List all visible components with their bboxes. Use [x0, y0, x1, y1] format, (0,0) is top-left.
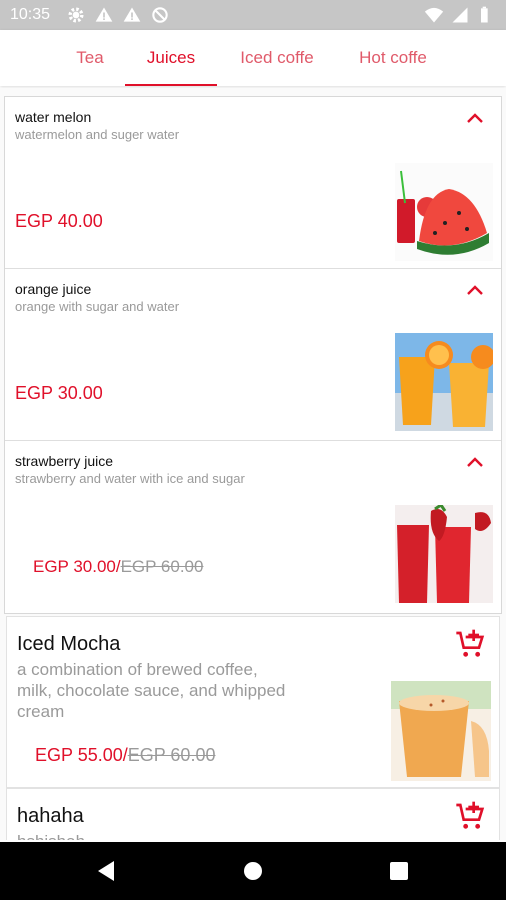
orange-juice-image: [395, 333, 493, 431]
tab-juices[interactable]: Juices: [125, 30, 217, 86]
product-name: Iced Mocha: [17, 633, 121, 655]
product-card[interactable]: Iced Mocha a combination of brewed coffe…: [6, 616, 500, 788]
current-price: EGP 55.00/: [35, 745, 128, 765]
juices-panel: water melon watermelon and suger water E…: [4, 96, 502, 614]
add-to-cart-icon[interactable]: [455, 629, 487, 661]
item-description: strawberry and water with ice and sugar: [15, 471, 245, 486]
status-bar: 10:35: [0, 0, 506, 30]
status-notification-icons: [66, 5, 170, 25]
product-description: hshishah: [17, 831, 287, 840]
iced-mocha-image: [391, 681, 491, 781]
status-system-icons: [424, 5, 496, 25]
warning-icon: [123, 7, 141, 22]
active-tab-indicator: [125, 84, 217, 86]
no-sync-icon: [152, 7, 168, 23]
item-price: EGP 30.00: [15, 383, 103, 403]
list-item[interactable]: water melon watermelon and suger water E…: [5, 97, 501, 269]
wifi-icon: [424, 7, 444, 23]
current-price: EGP 30.00/: [33, 557, 121, 576]
category-tab-bar: Tea Juices Iced coffe Hot coffe: [0, 30, 506, 86]
back-icon[interactable]: [92, 856, 122, 886]
item-description: watermelon and suger water: [15, 127, 180, 142]
tab-iced-coffe[interactable]: Iced coffe: [222, 30, 332, 86]
list-item[interactable]: orange juice orange with sugar and water…: [5, 269, 501, 441]
product-list[interactable]: water melon watermelon and suger water E…: [0, 88, 506, 840]
product-price: EGP 55.00/EGP 60.00: [35, 745, 215, 766]
tab-tea[interactable]: Tea: [44, 30, 136, 86]
chevron-up-icon[interactable]: [465, 111, 485, 125]
item-description: orange with sugar and water: [15, 299, 180, 314]
battery-icon: [481, 6, 488, 23]
old-price: EGP 60.00: [127, 745, 216, 765]
signal-icon: [452, 7, 468, 23]
product-name: hahaha: [17, 805, 84, 827]
chevron-up-icon[interactable]: [465, 283, 485, 297]
item-name: orange juice: [15, 281, 92, 297]
warning-icon: [95, 7, 113, 22]
chevron-up-icon[interactable]: [465, 455, 485, 469]
item-price: EGP 40.00: [15, 211, 103, 231]
navigation-bar: [0, 842, 506, 900]
recents-icon[interactable]: [384, 856, 414, 886]
watermelon-juice-image: [395, 163, 493, 261]
status-time: 10:35: [10, 6, 51, 23]
item-name: water melon: [15, 109, 92, 125]
add-to-cart-icon[interactable]: [455, 801, 487, 833]
strawberry-juice-image: [395, 505, 493, 603]
product-description: a combination of brewed coffee, milk, ch…: [17, 660, 286, 721]
tab-hot-coffe[interactable]: Hot coffe: [342, 30, 444, 86]
item-name: strawberry juice: [15, 453, 114, 469]
product-card[interactable]: hahaha hshishah: [6, 788, 500, 840]
item-price: EGP 30.00/EGP 60.00: [33, 557, 203, 577]
home-icon[interactable]: [238, 856, 268, 886]
list-item[interactable]: strawberry juice strawberry and water wi…: [5, 441, 501, 613]
gear-icon: [68, 7, 84, 23]
old-price: EGP 60.00: [120, 557, 204, 576]
